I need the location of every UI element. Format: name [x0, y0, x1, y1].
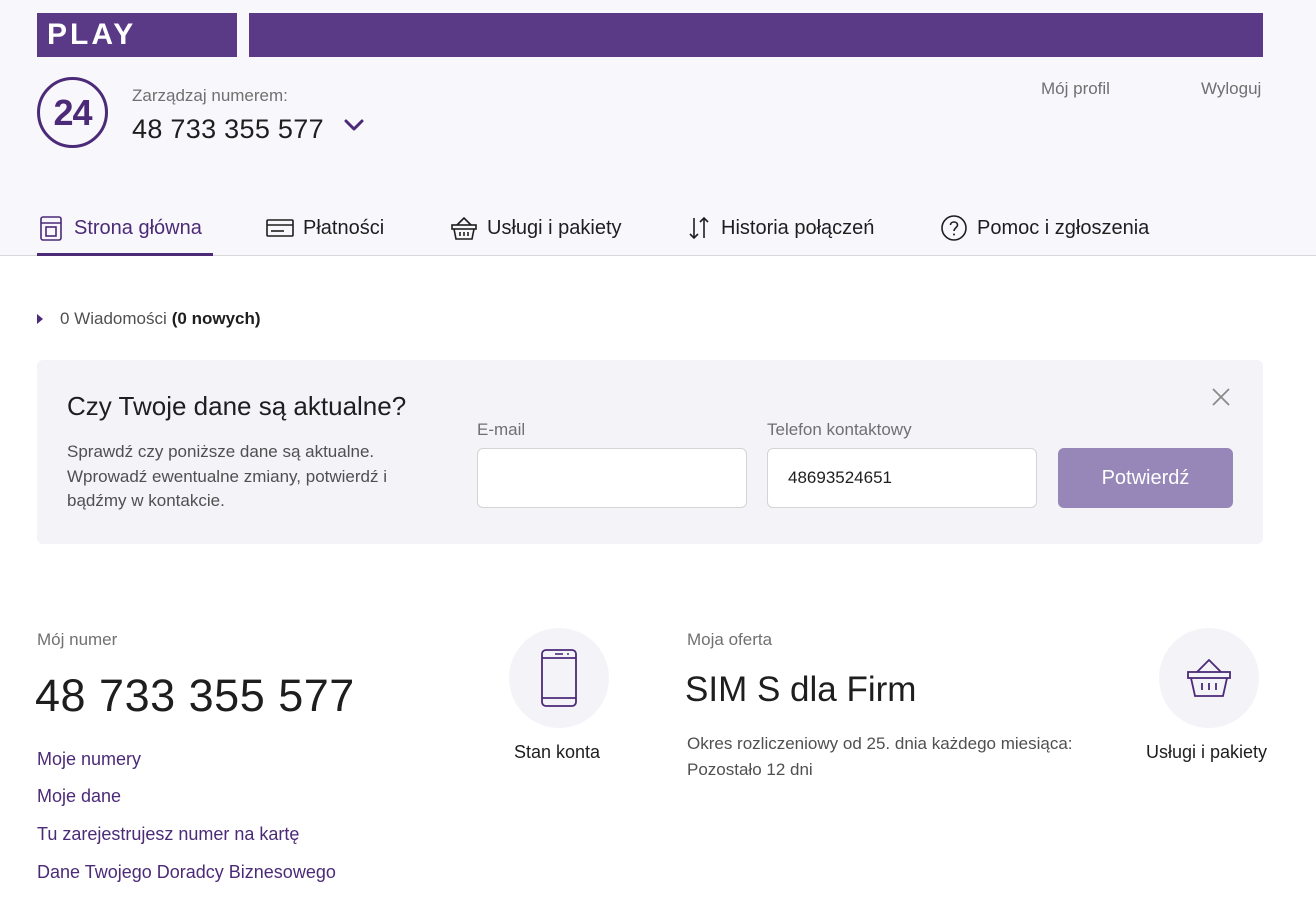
help-icon — [941, 215, 967, 241]
messages-toggle[interactable]: 0 Wiadomości (0 nowych) — [37, 309, 261, 329]
svg-text:PLAY: PLAY — [47, 21, 136, 47]
tab-services[interactable]: Usługi i pakiety — [450, 212, 622, 244]
tab-help[interactable]: Pomoc i zgłoszenia — [940, 212, 1149, 244]
play24-badge: 24 — [37, 77, 108, 148]
billing-period-text: Okres rozliczeniowy od 25. dnia każdego … — [687, 734, 1073, 753]
tab-label: Strona główna — [74, 216, 202, 239]
close-icon[interactable] — [1211, 387, 1231, 407]
phone-label: Telefon kontaktowy — [767, 420, 912, 439]
active-tab-indicator — [37, 253, 213, 256]
link-my-numbers[interactable]: Moje numery — [37, 749, 141, 770]
data-check-panel: Czy Twoje dane są aktualne? Sprawdź czy … — [37, 360, 1263, 544]
caret-right-icon — [37, 314, 43, 324]
services-tile[interactable] — [1159, 628, 1259, 728]
current-number[interactable]: 48 733 355 577 — [132, 114, 324, 145]
play-logo-icon: PLAY — [47, 21, 136, 47]
offer-name: SIM S dla Firm — [685, 670, 917, 709]
basket-icon — [1187, 659, 1231, 697]
logout-link[interactable]: Wyloguj — [1201, 79, 1261, 99]
data-check-description: Sprawdź czy poniższe dane są aktualne. W… — [67, 442, 387, 510]
tab-label: Pomoc i zgłoszenia — [977, 216, 1150, 239]
brand-bar — [249, 13, 1263, 57]
basket-icon — [451, 217, 477, 240]
services-tile-label[interactable]: Usługi i pakiety — [1146, 742, 1267, 763]
confirm-button[interactable]: Potwierdź — [1058, 448, 1233, 508]
main-nav: Strona główna Płatności Usługi i pakiety… — [0, 200, 1316, 256]
link-business-advisor[interactable]: Dane Twojego Doradcy Biznesowego — [37, 862, 336, 883]
tab-call-history[interactable]: Historia połączeń — [686, 212, 874, 244]
my-offer-label: Moja oferta — [687, 630, 773, 649]
balance-tile-label[interactable]: Stan konta — [514, 742, 600, 763]
days-remaining: Pozostało 12 dni — [687, 760, 813, 779]
messages-new-count: (0 nowych) — [171, 309, 261, 328]
badge-text: 24 — [53, 91, 92, 133]
tab-payments[interactable]: Płatności — [266, 212, 384, 244]
email-label: E-mail — [477, 420, 526, 439]
home-icon — [40, 216, 62, 241]
card-icon — [266, 219, 294, 237]
my-number-label: Mój numer — [37, 630, 118, 649]
messages-count: 0 Wiadomości — [60, 309, 167, 328]
my-number-value: 48 733 355 577 — [35, 670, 355, 721]
profile-link[interactable]: Mój profil — [1041, 79, 1110, 99]
phone-icon — [541, 649, 577, 707]
phone-field[interactable] — [767, 448, 1037, 508]
link-my-data[interactable]: Moje dane — [37, 786, 121, 807]
tab-label: Usługi i pakiety — [487, 216, 622, 239]
tab-home[interactable]: Strona główna — [37, 212, 202, 244]
email-field[interactable] — [477, 448, 747, 508]
tab-label: Płatności — [303, 216, 385, 239]
play-logo[interactable]: PLAY — [37, 13, 237, 57]
balance-tile[interactable] — [509, 628, 609, 728]
arrows-updown-icon — [689, 216, 709, 240]
tab-label: Historia połączeń — [721, 216, 875, 239]
data-check-title: Czy Twoje dane są aktualne? — [67, 391, 407, 421]
link-register-prepaid[interactable]: Tu zarejestrujesz numer na kartę — [37, 824, 299, 845]
billing-period: Okres rozliczeniowy od 25. dnia każdego … — [687, 731, 1127, 783]
chevron-down-icon[interactable] — [343, 118, 365, 132]
manage-number-label: Zarządzaj numerem: — [132, 86, 288, 105]
